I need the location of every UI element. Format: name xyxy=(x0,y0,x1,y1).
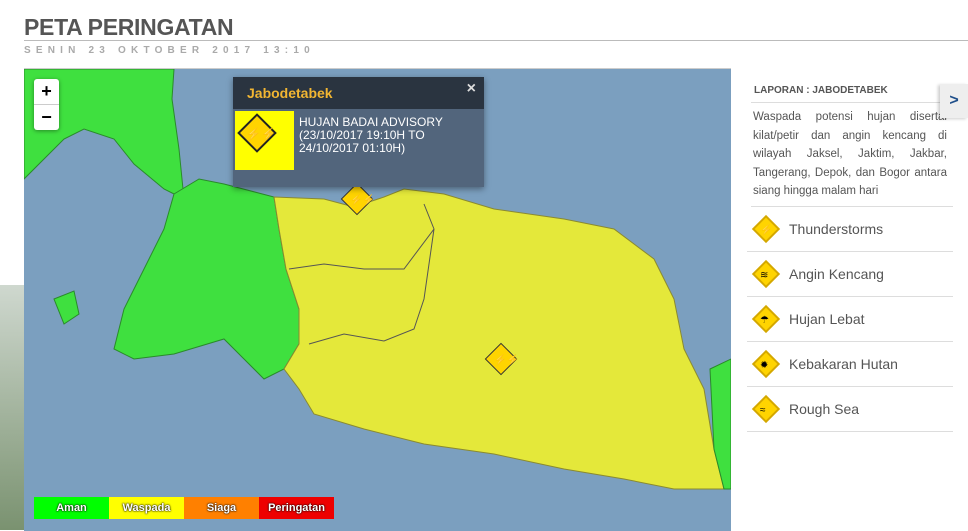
region-island xyxy=(53,290,80,325)
zoom-control: + − xyxy=(34,79,59,130)
rough-sea-icon: ≈ xyxy=(751,394,781,424)
legend-siaga: Siaga xyxy=(184,497,259,519)
heavy-rain-icon: ☂ xyxy=(751,304,781,334)
svg-text:⚡⚡: ⚡⚡ xyxy=(246,127,276,141)
wind-icon: ≋ xyxy=(751,259,781,289)
warning-type-item[interactable]: ⚡ Thunderstorms xyxy=(747,207,953,252)
divider xyxy=(751,102,953,103)
region-jawa-barat xyxy=(273,188,725,490)
region-popup: Jabodetabek × ⚡⚡ HUJAN BADAI ADVISORY (2… xyxy=(233,77,484,187)
warning-type-item[interactable]: ✹ Kebakaran Hutan xyxy=(747,342,953,387)
svg-text:⚡⚡: ⚡⚡ xyxy=(494,353,519,366)
map-legend: Aman Waspada Siaga Peringatan xyxy=(34,497,334,519)
zoom-in-button[interactable]: + xyxy=(34,79,59,104)
svg-text:⚡⚡: ⚡⚡ xyxy=(350,193,375,206)
thunderstorm-icon: ⚡ xyxy=(751,214,781,244)
popup-title: Jabodetabek xyxy=(233,77,484,109)
warning-map[interactable]: ⚡⚡ ⚡⚡ + − Jabodetabek × ⚡⚡ HUJAN BADAI A… xyxy=(24,68,731,531)
expand-panel-button[interactable]: > xyxy=(940,84,968,118)
background-image xyxy=(0,285,24,530)
warning-type-item[interactable]: ≋ Angin Kencang xyxy=(747,252,953,297)
svg-text:✹: ✹ xyxy=(760,360,768,371)
warning-type-item[interactable]: ☂ Hujan Lebat xyxy=(747,297,953,342)
panel-title: LAPORAN : JABODETABEK xyxy=(754,85,888,96)
popup-text: HUJAN BADAI ADVISORY (23/10/2017 19:10H … xyxy=(299,115,443,155)
close-icon[interactable]: × xyxy=(467,80,476,98)
warning-type-label: Angin Kencang xyxy=(789,266,884,282)
warning-type-label: Rough Sea xyxy=(789,401,860,417)
warning-type-item[interactable]: ≈ Rough Sea xyxy=(747,387,953,432)
divider xyxy=(24,40,968,41)
report-panel: LAPORAN : JABODETABEK Waspada potensi hu… xyxy=(731,68,968,530)
thunderstorm-icon: ⚡⚡ xyxy=(235,111,294,170)
warning-type-label: Thunderstorms xyxy=(789,221,884,237)
page-title: PETA PERINGATAN xyxy=(24,14,234,40)
svg-text:☂: ☂ xyxy=(760,315,769,326)
svg-text:≈: ≈ xyxy=(760,405,766,416)
date-label: SENIN 23 OKTOBER 2017 13:10 xyxy=(24,45,315,56)
warning-type-label: Kebakaran Hutan xyxy=(789,356,898,372)
warning-type-label: Hujan Lebat xyxy=(789,311,865,327)
svg-text:≋: ≋ xyxy=(760,270,768,281)
region-banten xyxy=(113,178,300,380)
panel-description: Waspada potensi hujan disertai kilat/pet… xyxy=(753,111,947,197)
legend-peringatan: Peringatan xyxy=(259,497,334,519)
legend-waspada: Waspada xyxy=(109,497,184,519)
legend-aman: Aman xyxy=(34,497,109,519)
forest-fire-icon: ✹ xyxy=(751,349,781,379)
svg-text:⚡: ⚡ xyxy=(760,223,772,236)
zoom-out-button[interactable]: − xyxy=(34,104,59,130)
